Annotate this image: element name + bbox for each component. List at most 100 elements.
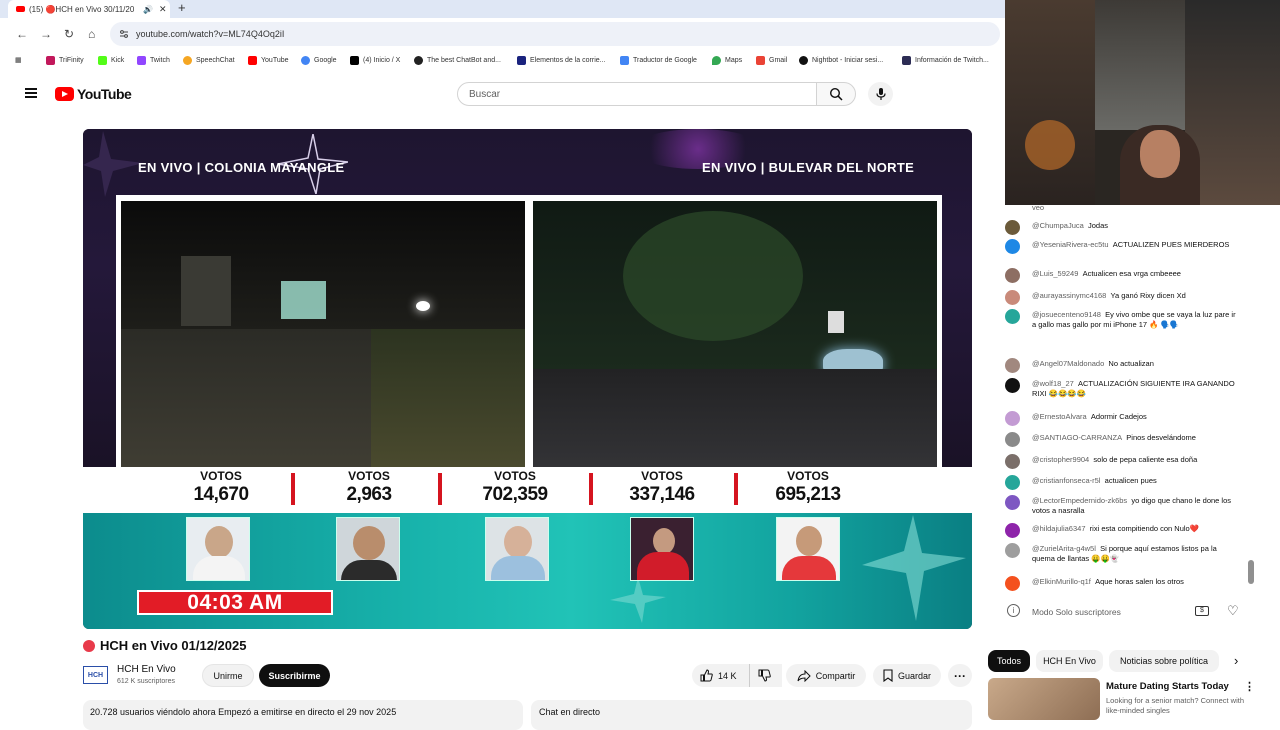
translate-icon: [620, 56, 629, 65]
left-camera-title: EN VIVO | COLONIA MAYANGLE: [138, 160, 345, 175]
speechchat-icon: [183, 56, 192, 65]
more-actions-button[interactable]: ···: [948, 664, 972, 687]
chat-scrollbar[interactable]: [1248, 560, 1254, 584]
bookmark-item[interactable]: Google: [301, 56, 337, 65]
search-input[interactable]: Buscar: [457, 82, 817, 106]
maps-icon: [712, 56, 721, 65]
video-player[interactable]: EN VIVO | COLONIA MAYANGLE EN VIVO | BUL…: [83, 129, 972, 629]
chat-toggle-bar[interactable]: Chat en directo: [531, 700, 972, 730]
chip-noticias[interactable]: Noticias sobre política: [1109, 650, 1219, 672]
forward-arrow-icon[interactable]: →: [40, 27, 52, 41]
bookmark-icon: [883, 669, 893, 682]
vote-divider: [438, 473, 442, 505]
browser-tab[interactable]: (15) 🔴HCH en Vivo 30/11/20 🔊 ✕: [8, 0, 170, 18]
audio-icon[interactable]: 🔊: [143, 5, 153, 14]
vote-counter: VOTOS 337,146: [629, 469, 695, 505]
bookmark-item[interactable]: Gmail: [756, 56, 787, 65]
candidate-photo: [186, 517, 250, 581]
bookmark-item[interactable]: Nightbot - Iniciar sesi...: [799, 56, 883, 65]
chat-avatar[interactable]: [1005, 358, 1020, 373]
chat-avatar[interactable]: [1005, 543, 1020, 558]
site-settings-icon[interactable]: [119, 29, 129, 39]
more-dots-icon: ···: [954, 668, 966, 683]
bookmark-item[interactable]: Twitch: [137, 56, 170, 65]
subscribers-only-mode-text: Modo Solo suscriptores: [1032, 607, 1121, 617]
reload-icon[interactable]: ↻: [64, 27, 74, 41]
related-chip-row: Todos HCH En Vivo Noticias sobre polític…: [988, 650, 1278, 672]
chatbot-icon: [414, 56, 423, 65]
search-button[interactable]: [816, 82, 856, 106]
chat-avatar[interactable]: [1005, 523, 1020, 538]
apps-grid-icon[interactable]: ▦: [15, 56, 22, 64]
info-icon[interactable]: i: [1007, 604, 1020, 617]
ad-title[interactable]: Mature Dating Starts Today: [1106, 681, 1229, 692]
bookmark-item[interactable]: TriFinity: [46, 56, 84, 65]
kick-icon: [98, 56, 107, 65]
live-chat: veo @ChumpaJuca Jodas @YeseniaRivera-ec5…: [1005, 205, 1260, 597]
chat-avatar[interactable]: [1005, 268, 1020, 283]
nightbot-icon: [799, 56, 808, 65]
tab-title: (15) 🔴HCH en Vivo 30/11/20: [29, 4, 135, 14]
join-button[interactable]: Unirme: [202, 664, 254, 687]
candidate-photo: [336, 517, 400, 581]
chat-avatar[interactable]: [1005, 495, 1020, 510]
votes-band: VOTOS 14,670 VOTOS 2,963 VOTOS 702,359 VOTO…: [83, 467, 972, 513]
back-arrow-icon[interactable]: ←: [16, 27, 28, 41]
chat-avatar[interactable]: [1005, 576, 1020, 591]
chat-avatar[interactable]: [1005, 309, 1020, 324]
chat-avatar[interactable]: [1005, 290, 1020, 305]
chat-avatar[interactable]: [1005, 239, 1020, 254]
youtube-logo[interactable]: YouTube: [55, 86, 132, 102]
chip-hch-en-vivo[interactable]: HCH En Vivo: [1036, 650, 1103, 672]
description-box[interactable]: 20.728 usuarios viéndolo ahora Empezó a …: [83, 700, 523, 730]
save-button[interactable]: Guardar: [873, 664, 941, 687]
ad-thumbnail[interactable]: [988, 678, 1100, 720]
bookmark-item[interactable]: SpeechChat: [183, 56, 235, 65]
channel-name[interactable]: HCH En Vivo: [117, 664, 176, 675]
x-icon: [350, 56, 359, 65]
bookmark-item[interactable]: Kick: [98, 56, 124, 65]
dislike-button[interactable]: [749, 664, 779, 687]
google-icon: [301, 56, 310, 65]
vote-counter: VOTOS 2,963: [346, 469, 392, 505]
vote-counter: VOTOS 702,359: [482, 469, 548, 505]
twitch-info-icon: [902, 56, 911, 65]
youtube-play-icon: [55, 87, 74, 101]
close-tab-icon[interactable]: ✕: [159, 4, 167, 15]
candidate-photo: [630, 517, 694, 581]
heart-icon[interactable]: ♡: [1227, 603, 1239, 619]
chevron-right-icon[interactable]: ›: [1234, 653, 1238, 668]
url-text: youtube.com/watch?v=ML74Q4Oq2iI: [136, 29, 285, 39]
chip-todos[interactable]: Todos: [988, 650, 1030, 672]
home-icon[interactable]: ⌂: [88, 27, 95, 41]
voice-search-button[interactable]: [868, 82, 893, 106]
hamburger-menu-icon[interactable]: [25, 88, 37, 98]
bookmark-item[interactable]: The best ChatBot and...: [414, 56, 501, 65]
address-bar[interactable]: youtube.com/watch?v=ML74Q4Oq2iI: [110, 22, 1000, 46]
chat-avatar[interactable]: [1005, 220, 1020, 235]
bookmark-item[interactable]: Elementos de la corrie...: [517, 56, 605, 65]
sponsored-ad[interactable]: Mature Dating Starts Today Looking for a…: [988, 678, 1278, 720]
camera-frame: [116, 195, 942, 467]
bookmark-item[interactable]: Información de Twitch...: [902, 56, 989, 65]
share-button[interactable]: Compartir: [786, 664, 866, 687]
bookmark-item[interactable]: Maps: [712, 56, 742, 65]
subscribe-button[interactable]: Suscribirme: [259, 664, 330, 687]
elementos-icon: [517, 56, 526, 65]
money-icon[interactable]: $: [1195, 606, 1209, 616]
bookmark-item[interactable]: Traductor de Google: [620, 56, 697, 65]
clock-display: 04:03 AM: [137, 590, 333, 615]
chat-avatar[interactable]: [1005, 454, 1020, 469]
kebab-menu-icon[interactable]: ⋮: [1244, 680, 1255, 693]
chat-avatar[interactable]: [1005, 432, 1020, 447]
live-dot-icon: [83, 639, 95, 652]
chat-avatar[interactable]: [1005, 411, 1020, 426]
bookmark-item[interactable]: (4) Inicio / X: [350, 56, 400, 65]
new-tab-button[interactable]: +: [178, 1, 186, 15]
browser-nav-bar: ← → ↻ ⌂ youtube.com/watch?v=ML74Q4Oq2iI: [0, 18, 1005, 50]
bookmark-item[interactable]: YouTube: [248, 56, 289, 65]
chat-avatar[interactable]: [1005, 378, 1020, 393]
chat-avatar[interactable]: [1005, 475, 1020, 490]
channel-avatar[interactable]: HCH: [83, 666, 108, 684]
thumbs-up-icon: [700, 669, 713, 682]
